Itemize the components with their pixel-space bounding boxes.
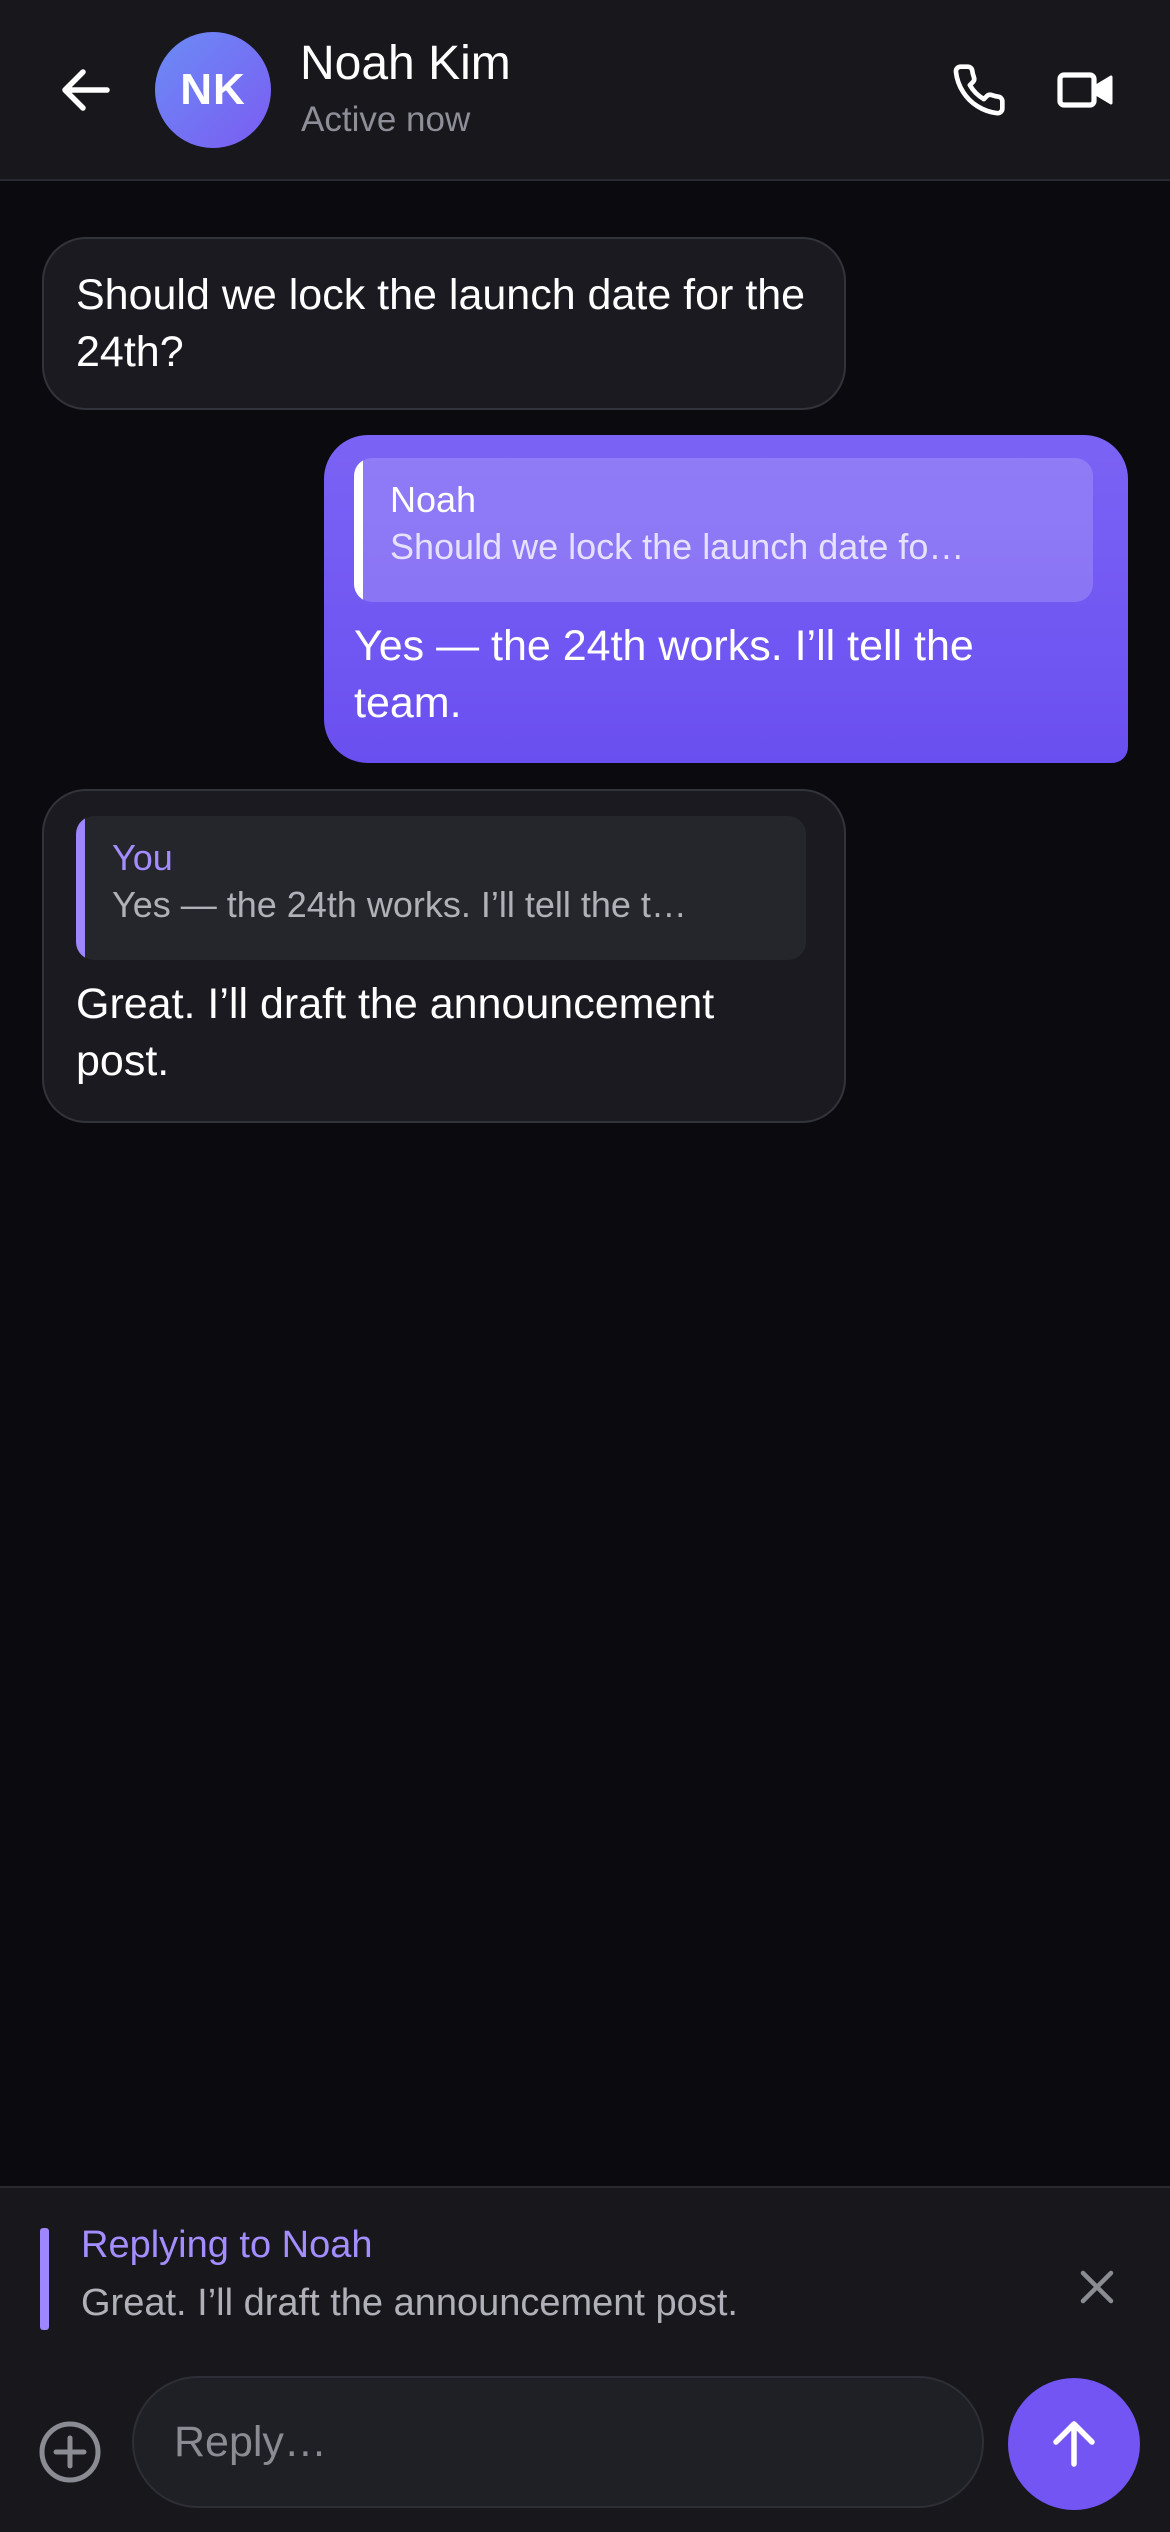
chat-header: NK Noah Kim Active now xyxy=(0,0,1170,181)
contact-status: Active now xyxy=(301,100,471,139)
message-text: Great. I’ll draft the announcement post. xyxy=(76,980,715,1085)
quoted-message[interactable]: Noah Should we lock the launch date fo… xyxy=(354,458,1093,602)
back-button[interactable] xyxy=(50,58,120,122)
reply-preview-text: Great. I’ll draft the announcement post. xyxy=(81,2282,738,2324)
reply-indicator-bar xyxy=(40,2228,49,2330)
contact-name[interactable]: Noah Kim xyxy=(300,36,511,91)
message-bubble-incoming[interactable]: You Yes — the 24th works. I’ll tell the … xyxy=(42,789,846,1123)
reply-input[interactable] xyxy=(132,2376,984,2508)
cancel-reply-button[interactable] xyxy=(1066,2256,1128,2318)
composer: Replying to Noah Great. I’ll draft the a… xyxy=(0,2186,1170,2532)
close-icon xyxy=(1080,2270,1114,2304)
attach-button[interactable] xyxy=(30,2412,110,2492)
quoted-message[interactable]: You Yes — the 24th works. I’ll tell the … xyxy=(76,816,806,960)
phone-icon xyxy=(953,64,1005,116)
avatar[interactable]: NK xyxy=(155,32,271,148)
quoted-author: Noah xyxy=(390,479,477,520)
arrow-up-icon xyxy=(1053,2421,1095,2467)
send-button[interactable] xyxy=(1008,2378,1140,2510)
chat-screen: NK Noah Kim Active now Should we lock th… xyxy=(0,0,1170,2532)
quoted-author: You xyxy=(112,837,173,878)
quoted-text: Yes — the 24th works. I’ll tell the t… xyxy=(112,884,687,925)
message-bubble-outgoing[interactable]: Noah Should we lock the launch date fo… … xyxy=(324,435,1128,763)
video-call-button[interactable] xyxy=(1052,56,1120,124)
reply-title: Replying to Noah xyxy=(81,2224,373,2266)
message-text: Yes — the 24th works. I’ll tell the team… xyxy=(354,622,974,727)
call-button[interactable] xyxy=(945,56,1013,124)
avatar-initials: NK xyxy=(180,65,246,114)
message-bubble-incoming[interactable]: Should we lock the launch date for the 2… xyxy=(42,237,846,410)
plus-circle-icon xyxy=(39,2421,101,2483)
video-camera-icon xyxy=(1057,72,1113,108)
quoted-text: Should we lock the launch date fo… xyxy=(390,526,965,567)
arrow-left-icon xyxy=(62,69,110,111)
message-text: Should we lock the launch date for the 2… xyxy=(76,271,806,376)
